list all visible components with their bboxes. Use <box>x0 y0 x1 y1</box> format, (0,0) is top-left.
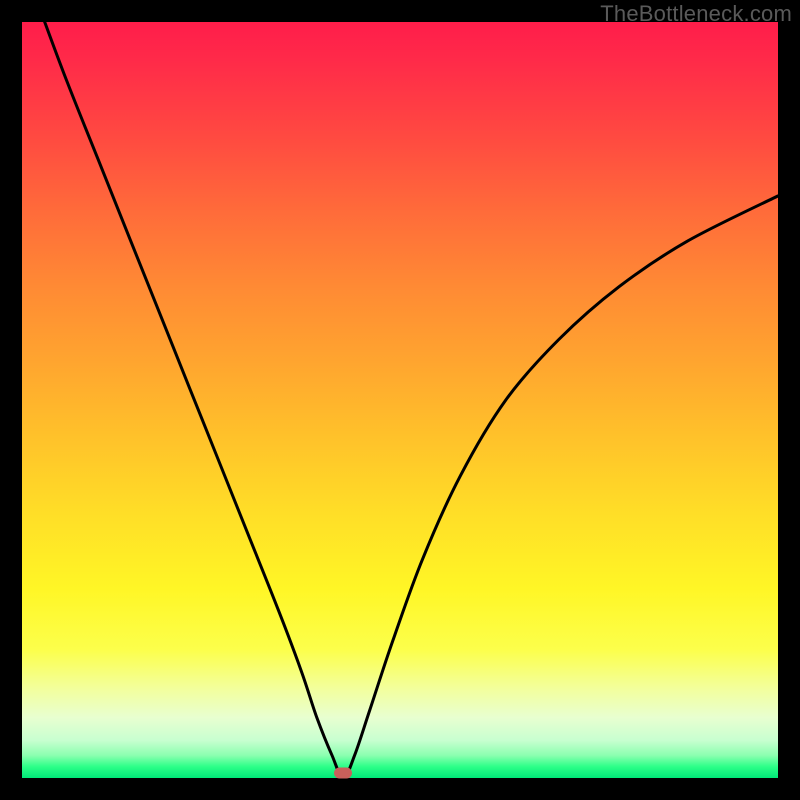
chart-frame <box>22 22 778 778</box>
optimal-point-marker <box>334 767 352 778</box>
bottleneck-curve <box>22 22 778 778</box>
